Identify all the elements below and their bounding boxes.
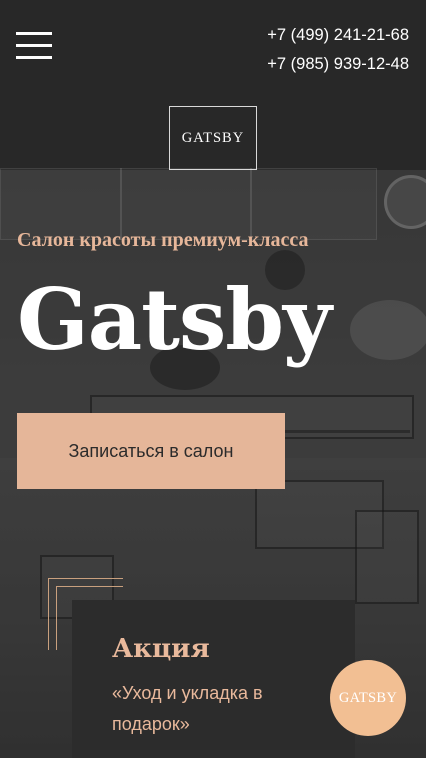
promo-card[interactable]: Акция «Уход и укладка в подарок» (72, 600, 355, 758)
phone-link-1[interactable]: +7 (499) 241-21-68 (267, 21, 409, 50)
phone-link-2[interactable]: +7 (985) 939-12-48 (267, 50, 409, 79)
promo-title: Акция (112, 634, 210, 664)
hero-subtitle: Салон красоты премиум-класса (17, 229, 309, 251)
decorative-line (48, 578, 49, 650)
promo-text: «Уход и укладка в подарок» (112, 683, 263, 734)
book-salon-button[interactable]: Записаться в салон (17, 413, 285, 489)
logo-text: GATSBY (181, 129, 245, 146)
badge-text: GATSBY (338, 689, 398, 706)
phone-numbers: +7 (499) 241-21-68 +7 (985) 939-12-48 (267, 21, 409, 79)
decorative-line (56, 586, 123, 587)
hamburger-menu-icon[interactable] (16, 32, 52, 60)
logo[interactable]: GATSBY (169, 106, 257, 170)
hero-title: Gatsby (17, 270, 332, 369)
gatsby-badge-button[interactable]: GATSBY (330, 660, 406, 736)
decorative-line (48, 578, 123, 579)
landing-page: +7 (499) 241-21-68 +7 (985) 939-12-48 GA… (0, 0, 426, 758)
decorative-line (56, 586, 57, 650)
